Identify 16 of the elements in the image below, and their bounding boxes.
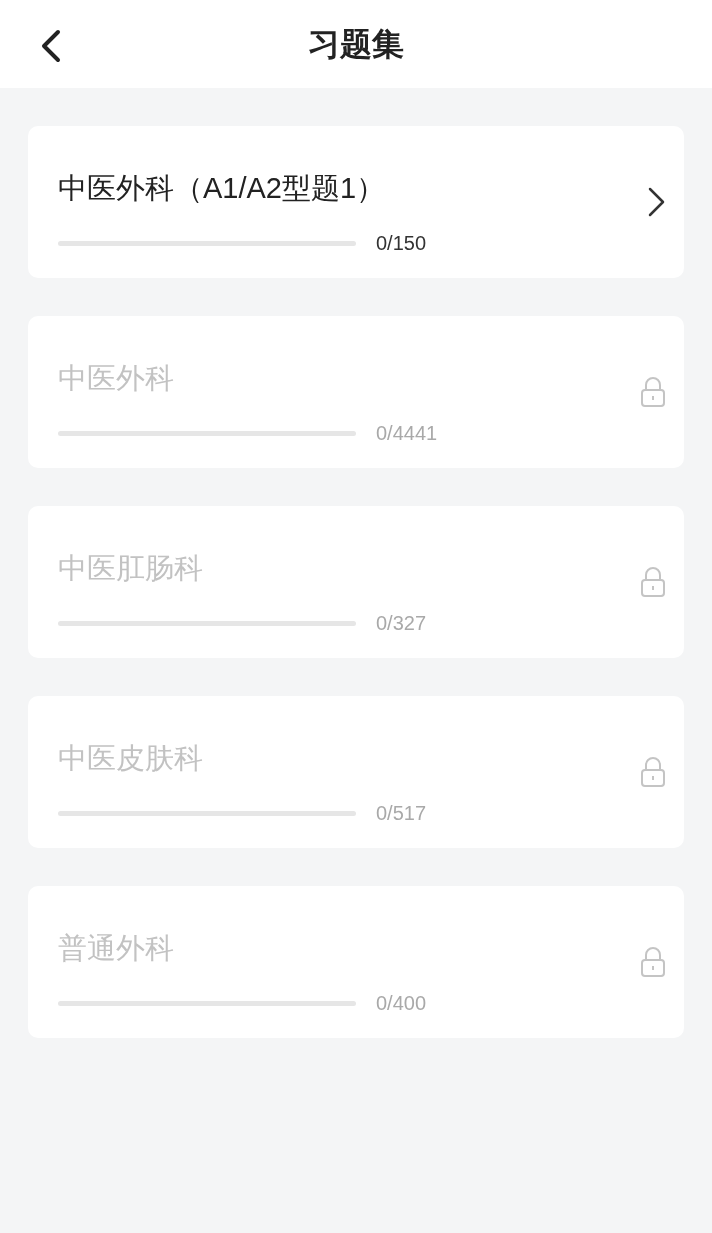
progress-count: 0/150 bbox=[376, 231, 427, 256]
progress-count: 0/327 bbox=[376, 611, 427, 636]
exercise-set-card[interactable]: 中医外科（A1/A2型题1） 0/150 bbox=[28, 126, 684, 278]
set-title: 中医皮肤科 bbox=[58, 741, 204, 776]
exercise-set-card[interactable]: 中医皮肤科 0/517 bbox=[28, 696, 684, 848]
set-title: 普通外科 bbox=[58, 931, 175, 966]
set-title: 中医外科（A1/A2型题1） bbox=[58, 171, 387, 206]
progress-count: 0/517 bbox=[376, 801, 427, 826]
set-title: 中医肛肠科 bbox=[58, 551, 204, 586]
exercise-set-card[interactable]: 中医外科 0/4441 bbox=[28, 316, 684, 468]
set-title: 中医外科 bbox=[58, 361, 175, 396]
progress-count: 0/4441 bbox=[376, 421, 438, 446]
exercise-set-card[interactable]: 普通外科 0/400 bbox=[28, 886, 684, 1038]
exercise-set-card[interactable]: 中医肛肠科 0/327 bbox=[28, 506, 684, 658]
page-title: 习题集 bbox=[308, 26, 404, 62]
progress-count: 0/400 bbox=[376, 991, 427, 1016]
